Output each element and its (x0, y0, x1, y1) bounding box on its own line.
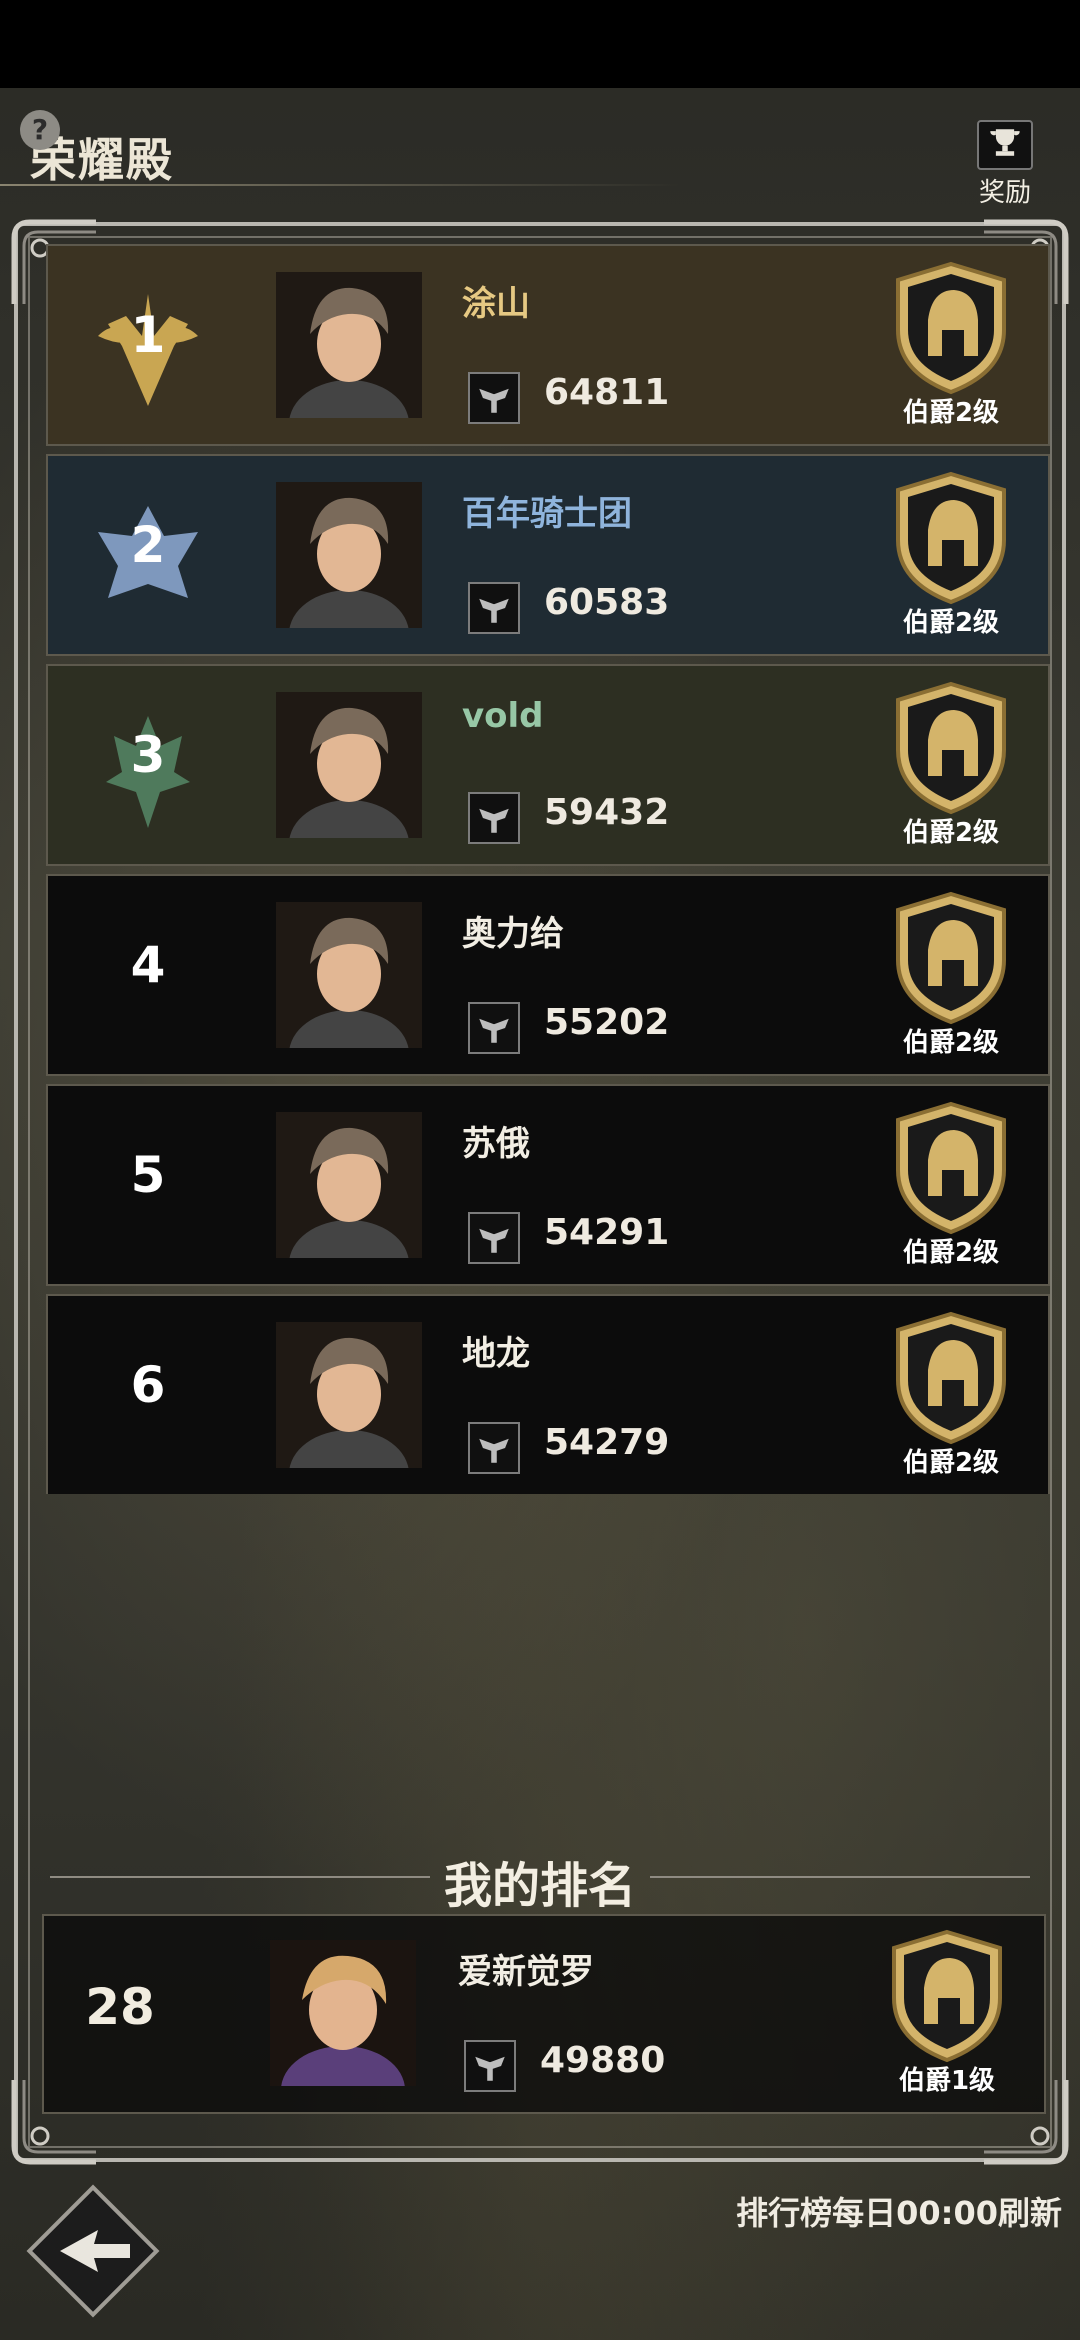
power-value: 60583 (544, 582, 670, 623)
helmet-shield-icon (896, 1311, 1006, 1445)
my-rank-header: 我的排名 (0, 1846, 1080, 1914)
helmet-shield-icon (896, 261, 1006, 395)
header: 荣耀殿 ? 奖励 (0, 88, 1080, 208)
rank-number: 2 (130, 516, 166, 574)
power-icon (468, 1422, 520, 1474)
power-icon (468, 582, 520, 634)
title-level: 伯爵2级 (902, 1238, 1000, 1268)
rank-number: 6 (130, 1356, 166, 1414)
power-icon (468, 1212, 520, 1264)
rank-number: 4 (130, 936, 166, 994)
helmet-shield-icon (896, 681, 1006, 815)
avatar (276, 272, 422, 418)
rank-number: 1 (130, 306, 166, 364)
divider (50, 1876, 430, 1878)
title-level: 伯爵2级 (902, 608, 1000, 638)
power-value: 54279 (544, 1422, 670, 1463)
ranking-row[interactable]: 5 苏俄 54291 伯爵2级 (46, 1084, 1050, 1286)
title-level: 伯爵2级 (902, 398, 1000, 428)
rank-number: 3 (130, 726, 166, 784)
title-badge: 伯爵2级 (886, 1310, 1016, 1490)
helmet-shield-icon (896, 1101, 1006, 1235)
power-value: 59432 (544, 792, 670, 833)
avatar (276, 482, 422, 628)
power-icon (468, 792, 520, 844)
power-icon (464, 2040, 516, 2092)
divider (650, 1876, 1030, 1878)
player-name: 奥力给 (462, 914, 564, 954)
title-badge: 伯爵2级 (886, 260, 1016, 440)
power-icon (468, 372, 520, 424)
rank-number: 28 (85, 1978, 155, 2036)
helmet-shield-icon (896, 891, 1006, 1025)
power-value: 55202 (544, 1002, 670, 1043)
avatar (276, 692, 422, 838)
title-badge: 伯爵2级 (886, 1100, 1016, 1280)
trophy-icon (977, 120, 1033, 170)
ranking-row[interactable]: 3 vold 59432 伯爵2级 (46, 664, 1050, 866)
player-name: 地龙 (462, 1334, 530, 1374)
reward-label: 奖励 (978, 178, 1031, 208)
player-name: 爱新觉罗 (458, 1952, 594, 1992)
avatar (276, 902, 422, 1048)
title-level: 伯爵1级 (898, 2066, 996, 2096)
avatar (270, 1940, 416, 2086)
power-value: 54291 (544, 1212, 670, 1253)
ranking-row[interactable]: 6 地龙 54279 伯爵2级 (46, 1294, 1050, 1494)
title-badge: 伯爵2级 (886, 890, 1016, 1070)
ranking-row[interactable]: 1 涂山 64811 伯爵2级 (46, 244, 1050, 446)
player-name: vold (462, 696, 544, 736)
title-badge: 伯爵2级 (886, 470, 1016, 650)
avatar (276, 1112, 422, 1258)
helmet-shield-icon (896, 471, 1006, 605)
player-name: 苏俄 (462, 1124, 530, 1164)
help-icon[interactable]: ? (20, 110, 60, 150)
player-name: 涂山 (462, 284, 530, 324)
back-button[interactable] (20, 2178, 166, 2324)
power-icon (468, 1002, 520, 1054)
refresh-note: 排行榜每日00:00刷新 (736, 2194, 1062, 2232)
title-badge: 伯爵1级 (882, 1928, 1012, 2108)
ranking-row[interactable]: 2 百年骑士团 60583 伯爵2级 (46, 454, 1050, 656)
title-level: 伯爵2级 (902, 818, 1000, 848)
title-level: 伯爵2级 (902, 1448, 1000, 1478)
ranking-row[interactable]: 4 奥力给 55202 伯爵2级 (46, 874, 1050, 1076)
status-bar (0, 0, 1080, 88)
rank-number: 5 (130, 1146, 166, 1204)
title-underline (0, 184, 680, 186)
power-value: 64811 (544, 372, 670, 413)
reward-button[interactable]: 奖励 (972, 120, 1038, 208)
back-arrow-icon (26, 2184, 160, 2318)
player-name: 百年骑士团 (462, 494, 632, 534)
title-badge: 伯爵2级 (886, 680, 1016, 860)
avatar (276, 1322, 422, 1468)
power-value: 49880 (540, 2040, 666, 2081)
my-rank-title: 我的排名 (443, 1858, 636, 1914)
my-rank-row[interactable]: 28 爱新觉罗 49880 伯爵1级 (42, 1914, 1046, 2114)
helmet-shield-icon (892, 1929, 1002, 2063)
ranking-list[interactable]: 1 涂山 64811 伯爵2级 2 百年骑士团 60583 伯爵2级 3 vol… (46, 244, 1050, 1494)
title-level: 伯爵2级 (902, 1028, 1000, 1058)
